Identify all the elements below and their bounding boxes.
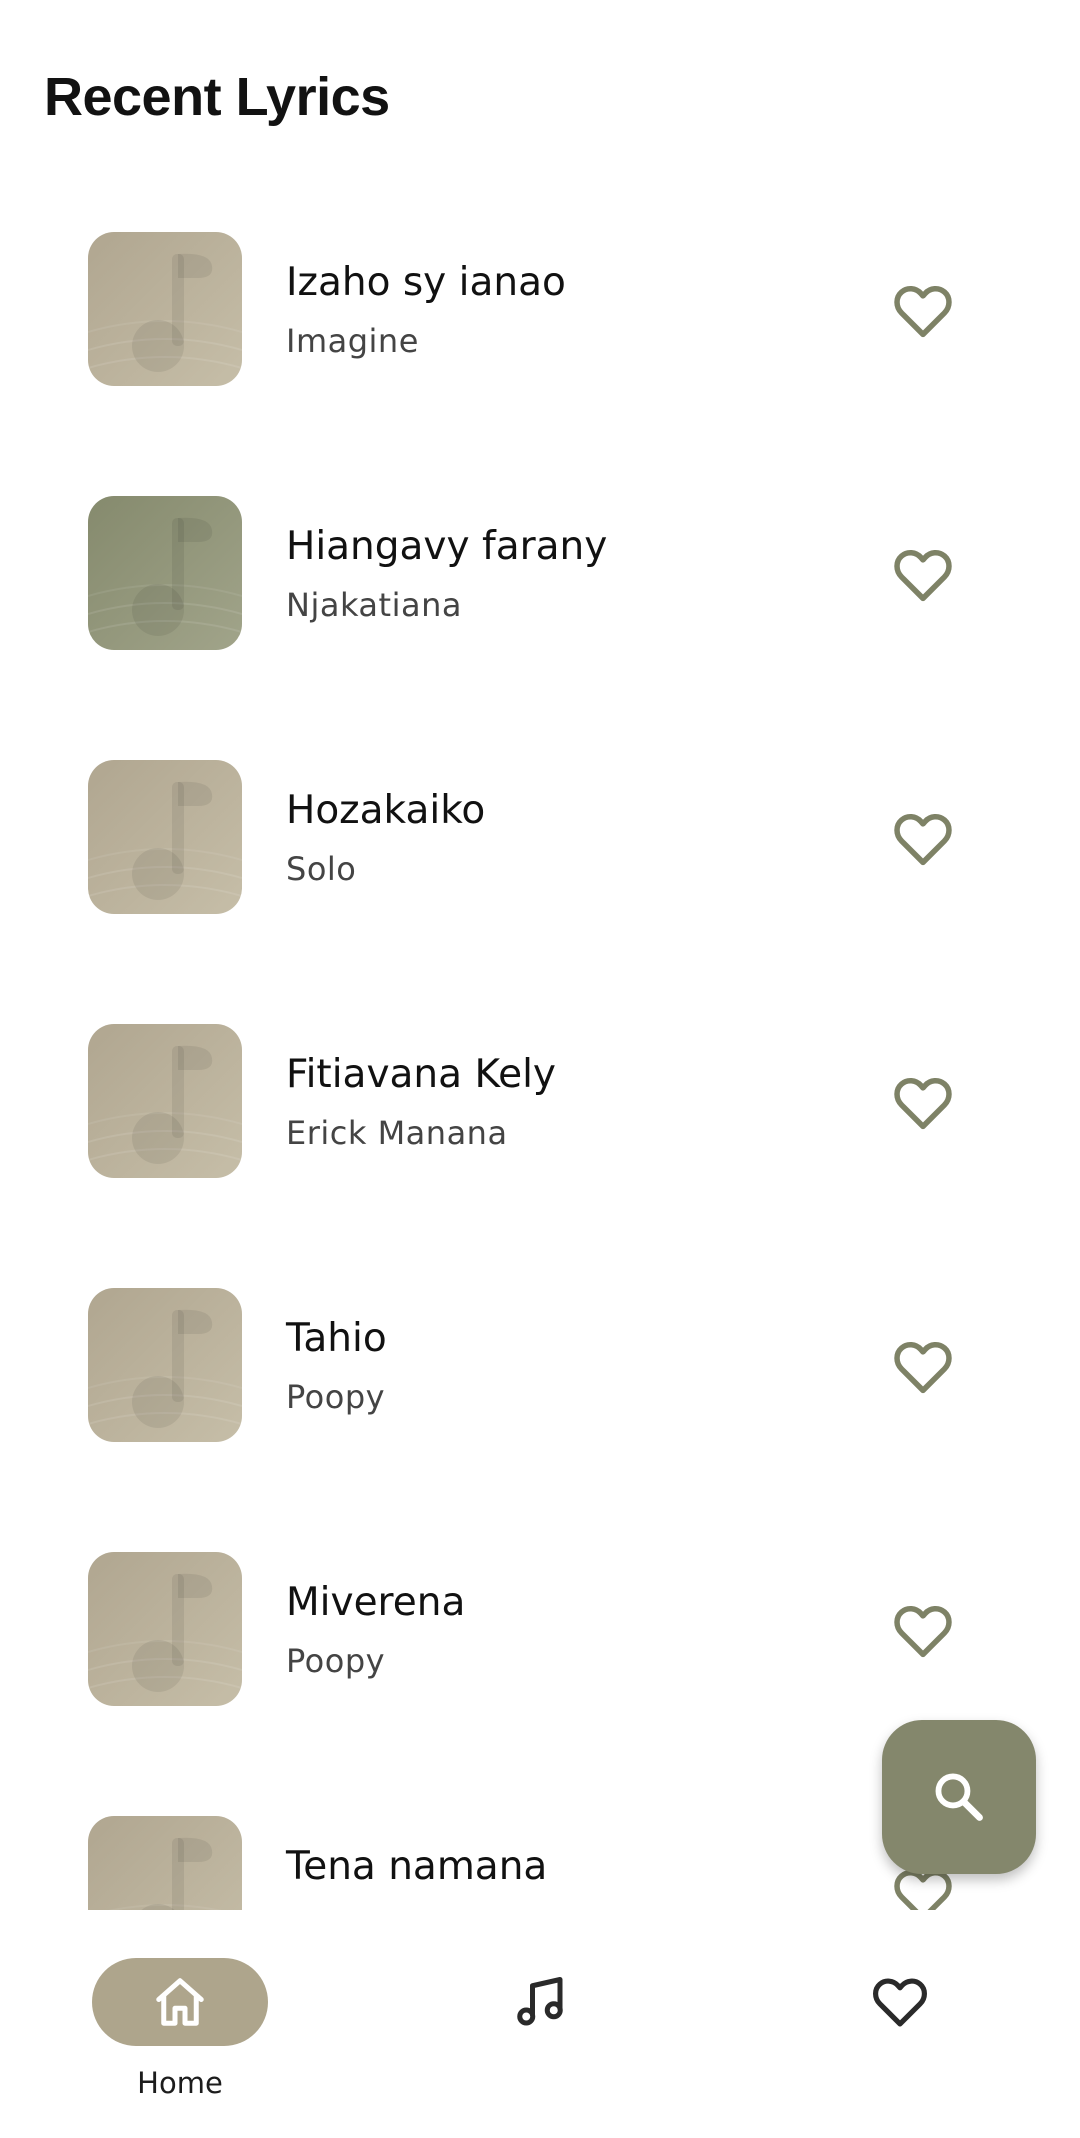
nav-active-indicator [92,1958,268,2046]
search-fab-button[interactable] [882,1720,1036,1874]
nav-item-home[interactable]: Home [0,1910,360,2138]
music-note-icon [88,1288,242,1442]
song-thumbnail [88,1816,242,1910]
search-icon [935,1773,983,1821]
music-note-icon [88,1024,242,1178]
heart-icon [894,1342,952,1394]
music-note-icon [88,1816,242,1910]
song-thumbnail [88,496,242,650]
nav-item-favorites[interactable] [720,1910,1080,2138]
heart-icon [894,550,952,602]
song-list-item[interactable]: Izaho sy ianao Imagine [0,200,1080,464]
music-note-icon [88,232,242,386]
nav-item-songs[interactable] [360,1910,720,2138]
song-list-item[interactable]: Fitiavana Kely Erick Manana [0,992,1080,1256]
song-artist: Poopy [286,1378,386,1416]
song-title: Hozakaiko [286,788,486,833]
song-title: Miverena [286,1580,466,1625]
song-list[interactable]: Izaho sy ianao Imagine Hiangavy farany Njak… [0,200,1080,1910]
song-list-item[interactable]: Hiangavy farany Njakatiana [0,464,1080,728]
song-thumbnail [88,760,242,914]
home-icon [156,1978,204,2026]
favorite-button[interactable] [888,540,958,610]
app-screen: Recent Lyrics Izaho sy ianao Imagine Hiang… [0,0,1080,2138]
music-note-icon [88,760,242,914]
heart-icon [894,286,952,338]
song-thumbnail [88,1288,242,1442]
music-note-icon [517,1977,563,2026]
favorite-button[interactable] [888,1332,958,1402]
nav-label-home: Home [137,2066,223,2100]
music-note-icon [88,496,242,650]
song-list-item[interactable]: Hozakaiko Solo [0,728,1080,992]
song-title: Fitiavana Kely [286,1052,556,1097]
favorite-button[interactable] [888,1596,958,1666]
song-artist: Njakatiana [286,586,462,624]
song-artist: Erick Manana [286,1114,508,1152]
heart-icon [894,1606,952,1658]
heart-icon [873,1978,927,2027]
song-title: Tahio [286,1316,387,1361]
heart-icon [894,1078,952,1130]
song-thumbnail [88,1552,242,1706]
song-thumbnail [88,232,242,386]
song-artist: Imagine [286,322,419,360]
music-note-icon [88,1552,242,1706]
song-title: Hiangavy farany [286,524,608,569]
page-title: Recent Lyrics [44,67,390,127]
song-artist: Solo [286,850,357,888]
song-artist: Poopy [286,1642,386,1680]
favorite-button[interactable] [888,276,958,346]
song-title: Tena namana [286,1844,548,1889]
song-list-item[interactable]: Tahio Poopy [0,1256,1080,1520]
heart-icon [894,814,952,866]
song-title: Izaho sy ianao [286,260,566,305]
favorite-button[interactable] [888,1068,958,1138]
song-thumbnail [88,1024,242,1178]
favorite-button[interactable] [888,804,958,874]
bottom-navigation: Home [0,1910,1080,2138]
